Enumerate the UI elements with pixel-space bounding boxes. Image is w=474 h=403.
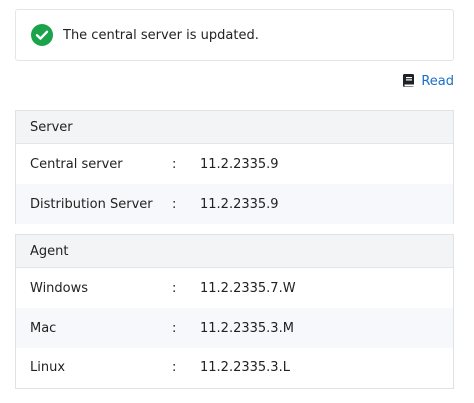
server-row-central: Central server : 11.2.2335.9 — [16, 144, 453, 184]
row-separator: : — [172, 196, 177, 212]
agent-row-mac: Mac : 11.2.2335.3.M — [16, 308, 453, 348]
server-panel-heading: Server — [16, 111, 453, 144]
row-label: Mac — [30, 320, 57, 336]
read-link-label[interactable]: Read — [421, 74, 454, 89]
row-value: 11.2.2335.3.L — [200, 360, 290, 375]
server-row-distribution: Distribution Server : 11.2.2335.9 — [16, 184, 453, 224]
row-label: Linux — [30, 360, 66, 375]
alert-message: The central server is updated. — [63, 27, 259, 43]
check-circle-icon — [31, 24, 53, 46]
row-separator: : — [172, 156, 177, 172]
book-icon — [403, 74, 415, 87]
success-alert: The central server is updated. — [15, 9, 454, 61]
row-value: 11.2.2335.9 — [200, 156, 279, 172]
agent-row-linux: Linux : 11.2.2335.3.L — [16, 348, 453, 387]
row-label: Distribution Server — [30, 196, 153, 212]
row-label: Windows — [30, 280, 89, 296]
agent-row-windows: Windows : 11.2.2335.7.W — [16, 268, 453, 308]
row-separator: : — [172, 360, 177, 375]
row-separator: : — [172, 280, 177, 296]
read-link[interactable]: Read — [402, 71, 454, 91]
row-value: 11.2.2335.7.W — [200, 280, 296, 296]
row-label: Central server — [30, 156, 123, 172]
row-value: 11.2.2335.3.M — [200, 320, 294, 336]
agent-panel-heading: Agent — [16, 235, 453, 268]
row-separator: : — [172, 320, 177, 336]
agent-panel: Agent Windows : 11.2.2335.7.W Mac : 11.2… — [15, 234, 454, 389]
row-value: 11.2.2335.9 — [200, 196, 279, 212]
server-panel: Server Central server : 11.2.2335.9 Dist… — [15, 110, 454, 224]
